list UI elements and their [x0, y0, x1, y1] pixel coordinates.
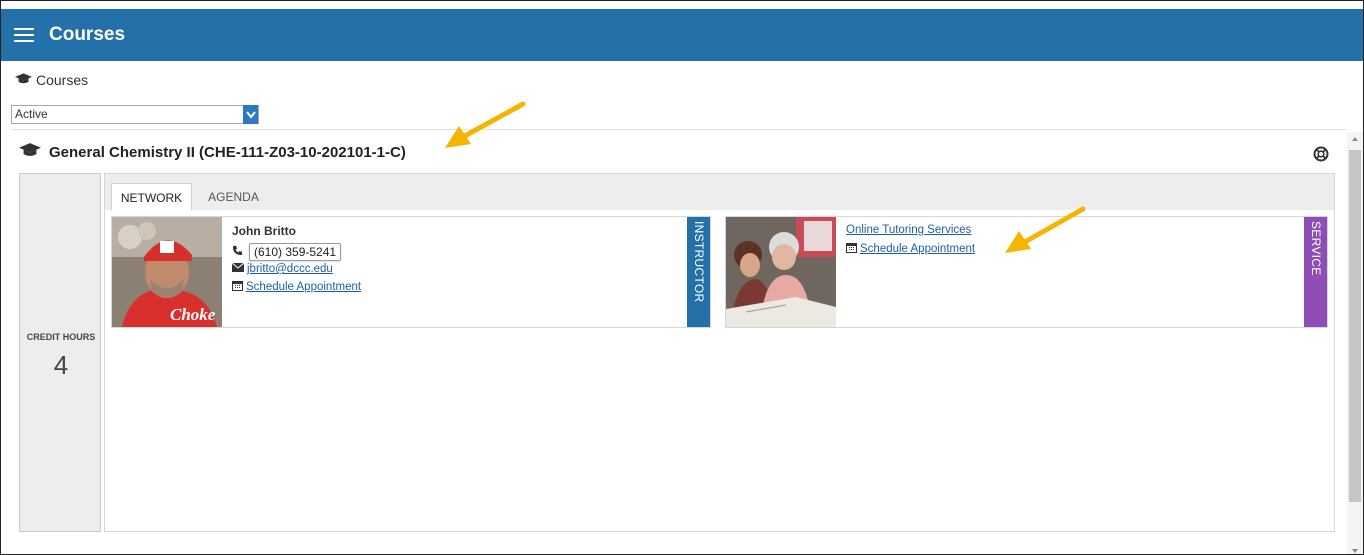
help-lifering-icon[interactable] — [1313, 146, 1329, 167]
credit-hours-value: 4 — [53, 350, 69, 380]
instructor-card: Choke John Britto (610) 359-5241 jbritto… — [111, 216, 711, 328]
course-header: General Chemistry II (CHE-111-Z03-10-202… — [19, 143, 406, 162]
tab-agenda[interactable]: AGENDA — [196, 183, 271, 211]
role-label: SERVICE — [1309, 221, 1323, 276]
course-title: General Chemistry II (CHE-111-Z03-10-202… — [49, 144, 406, 161]
credit-hours-box: CREDIT HOURS 4 — [19, 173, 101, 532]
vertical-scrollbar[interactable] — [1347, 132, 1363, 554]
instructor-name: John Britto — [232, 224, 296, 238]
scroll-up-icon[interactable] — [1352, 137, 1358, 141]
calendar-icon — [232, 280, 243, 294]
menu-icon[interactable] — [14, 24, 34, 46]
service-name-link[interactable]: Online Tutoring Services — [846, 224, 971, 236]
annotation-arrow-icon — [445, 101, 526, 148]
graduation-cap-icon — [19, 143, 41, 162]
schedule-row: Schedule Appointment — [232, 280, 361, 294]
svg-text:Choke: Choke — [170, 305, 216, 324]
app-window: Courses Courses Active General Chemistry… — [0, 0, 1364, 555]
tab-bar: NETWORK AGENDA — [104, 173, 1335, 211]
status-filter-select[interactable]: Active — [11, 105, 259, 124]
schedule-appointment-link[interactable]: Schedule Appointment — [246, 281, 361, 293]
scroll-down-icon[interactable] — [1352, 549, 1358, 553]
graduation-cap-icon — [15, 72, 32, 88]
phone-row: (610) 359-5241 — [232, 243, 342, 261]
service-photo — [726, 217, 836, 327]
envelope-icon — [231, 262, 245, 275]
breadcrumb-label[interactable]: Courses — [36, 72, 88, 88]
divider — [11, 129, 1347, 130]
annotation-arrow-icon — [1005, 206, 1086, 253]
tab-network[interactable]: NETWORK — [111, 183, 192, 211]
role-badge: SERVICE — [1304, 217, 1327, 327]
phone-icon — [232, 245, 243, 259]
instructor-photo: Choke — [112, 217, 222, 327]
phone-number[interactable]: (610) 359-5241 — [249, 243, 342, 261]
role-label: INSTRUCTOR — [692, 221, 706, 303]
breadcrumb: Courses — [15, 72, 88, 88]
status-filter-value: Active — [15, 107, 48, 121]
page-title: Courses — [49, 24, 126, 45]
app-header: Courses — [1, 9, 1363, 61]
service-name-row: Online Tutoring Services — [846, 224, 971, 236]
scrollbar-thumb[interactable] — [1349, 150, 1361, 502]
credit-hours-label: CREDIT HOURS — [26, 332, 96, 342]
calendar-icon — [846, 242, 857, 256]
role-badge: INSTRUCTOR — [687, 217, 710, 327]
email-link[interactable]: jbritto@dccc.edu — [247, 263, 333, 275]
email-row: jbritto@dccc.edu — [231, 262, 333, 275]
schedule-appointment-link[interactable]: Schedule Appointment — [860, 243, 975, 255]
chevron-down-icon[interactable] — [243, 105, 258, 124]
schedule-row: Schedule Appointment — [846, 242, 975, 256]
